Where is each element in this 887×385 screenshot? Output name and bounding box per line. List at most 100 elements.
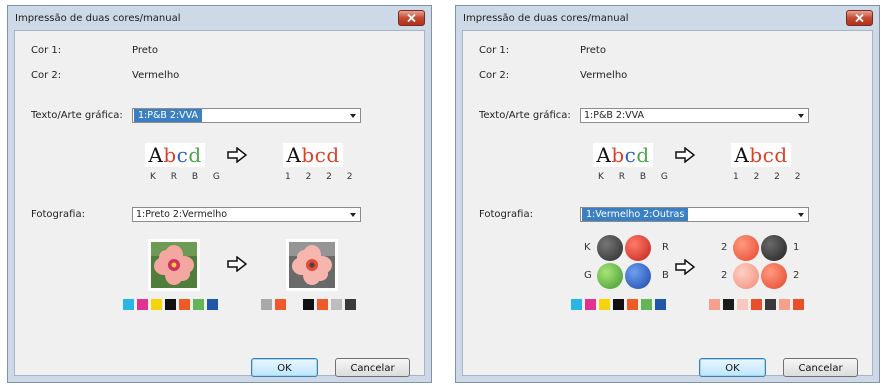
cancel-button[interactable]: Cancelar <box>783 358 858 377</box>
codes-before: K R B G <box>598 172 674 182</box>
palette-converted <box>261 299 359 310</box>
codes-before: K R B G <box>150 172 226 182</box>
palette-original <box>123 299 221 310</box>
swatch <box>793 299 804 310</box>
texto-arte-value: 1:P&B 2:VVA <box>134 109 203 122</box>
swatch <box>179 299 190 310</box>
close-button[interactable] <box>846 10 873 26</box>
ok-button[interactable]: OK <box>251 358 318 377</box>
close-icon <box>855 14 864 22</box>
ball-green <box>597 263 623 289</box>
swatch <box>599 299 610 310</box>
cor1-label: Cor 1: <box>31 45 62 56</box>
swatch <box>165 299 176 310</box>
ball-converted-light <box>733 263 759 289</box>
swatch <box>765 299 776 310</box>
cor2-label: Cor 2: <box>479 70 510 81</box>
flower-photo-converted <box>286 239 338 291</box>
text-sample-before: Abcd <box>593 143 653 167</box>
cor1-label: Cor 1: <box>479 45 510 56</box>
swatch <box>751 299 762 310</box>
sample-letter-d: d <box>636 143 650 167</box>
swatch <box>207 299 218 310</box>
swatch <box>585 299 596 310</box>
ball-label-2-bottom-right: 2 <box>793 270 800 281</box>
sample-letter-c: c <box>624 143 637 167</box>
ball-blue <box>625 263 651 289</box>
texto-arte-select[interactable]: 1:P&B 2:VVA <box>132 108 361 123</box>
chevron-down-icon <box>798 213 804 217</box>
dialog-title: Impressão de duas cores/manual <box>463 13 629 24</box>
swatch <box>627 299 638 310</box>
cor1-value: Preto <box>580 45 606 56</box>
sample-letter-b: b <box>611 143 625 167</box>
chevron-down-icon <box>798 114 804 118</box>
dialog-window-1: Impressão de duas cores/manual Cor 1: Pr… <box>7 5 432 383</box>
sample-letter-b: b <box>163 143 177 167</box>
sample-letter-a: A <box>734 143 750 167</box>
swatch <box>193 299 204 310</box>
swatch <box>331 299 342 310</box>
fotografia-label: Fotografia: <box>479 209 533 220</box>
swatch <box>779 299 790 310</box>
swatch <box>655 299 666 310</box>
swatch <box>345 299 356 310</box>
ball-converted-black <box>761 235 787 261</box>
swatch <box>571 299 582 310</box>
right-arrow-icon <box>675 259 695 275</box>
text-sample-before: Abcd <box>145 143 205 167</box>
ball-label-1-top-right: 1 <box>793 242 800 253</box>
ok-button[interactable]: OK <box>699 358 766 377</box>
swatch <box>303 299 314 310</box>
chevron-down-icon <box>350 114 356 118</box>
fotografia-value: 1:Preto 2:Vermelho <box>136 209 228 220</box>
sample-letter-a: A <box>596 143 612 167</box>
ball-converted-red-2 <box>761 263 787 289</box>
cor2-value: Vermelho <box>580 70 628 81</box>
sample-letter-a: A <box>286 143 302 167</box>
dialog-body: Cor 1: Preto Cor 2: Vermelho Texto/Arte … <box>462 30 873 377</box>
fotografia-value: 1:Vermelho 2:Outras <box>582 208 689 221</box>
dialog-title: Impressão de duas cores/manual <box>15 13 181 24</box>
swatch <box>641 299 652 310</box>
dialog-body: Cor 1: Preto Cor 2: Vermelho Texto/Arte … <box>14 30 425 377</box>
ball-label-2-bottom-left: 2 <box>721 270 728 281</box>
chevron-down-icon <box>350 213 356 217</box>
codes-after: 1 2 2 2 <box>733 172 807 182</box>
ball-label-k: K <box>584 242 591 253</box>
right-arrow-icon <box>227 256 247 272</box>
swatch <box>261 299 272 310</box>
sample-letter-a: A <box>148 143 164 167</box>
title-bar: Impressão de duas cores/manual <box>456 6 879 30</box>
texto-arte-value: 1:P&B 2:VVA <box>584 110 645 121</box>
cor1-value: Preto <box>132 45 158 56</box>
flower-photo-color <box>148 239 200 291</box>
swatch <box>737 299 748 310</box>
cor2-value: Vermelho <box>132 70 180 81</box>
right-arrow-icon <box>227 147 247 163</box>
ball-label-2-top-left: 2 <box>721 242 728 253</box>
ball-red <box>625 235 651 261</box>
swatch <box>723 299 734 310</box>
ball-label-g: G <box>584 270 592 281</box>
close-icon <box>407 14 416 22</box>
swatch <box>289 299 300 310</box>
sample-letter-b: bcd <box>301 143 340 167</box>
swatch <box>317 299 328 310</box>
swatch <box>123 299 134 310</box>
right-arrow-icon <box>675 147 695 163</box>
fotografia-select[interactable]: 1:Preto 2:Vermelho <box>132 207 361 222</box>
swatch <box>151 299 162 310</box>
swatch <box>709 299 720 310</box>
sample-letter-d: d <box>188 143 202 167</box>
close-button[interactable] <box>398 10 425 26</box>
text-sample-after: Abcd <box>283 143 343 167</box>
ball-label-r: R <box>662 242 669 253</box>
sample-letter-c: c <box>176 143 189 167</box>
text-sample-after: Abcd <box>731 143 791 167</box>
title-bar: Impressão de duas cores/manual <box>8 6 431 30</box>
cancel-button[interactable]: Cancelar <box>335 358 410 377</box>
fotografia-select[interactable]: 1:Vermelho 2:Outras <box>580 207 809 222</box>
dialog-window-2: Impressão de duas cores/manual Cor 1: Pr… <box>455 5 880 383</box>
texto-arte-select[interactable]: 1:P&B 2:VVA <box>580 108 809 123</box>
